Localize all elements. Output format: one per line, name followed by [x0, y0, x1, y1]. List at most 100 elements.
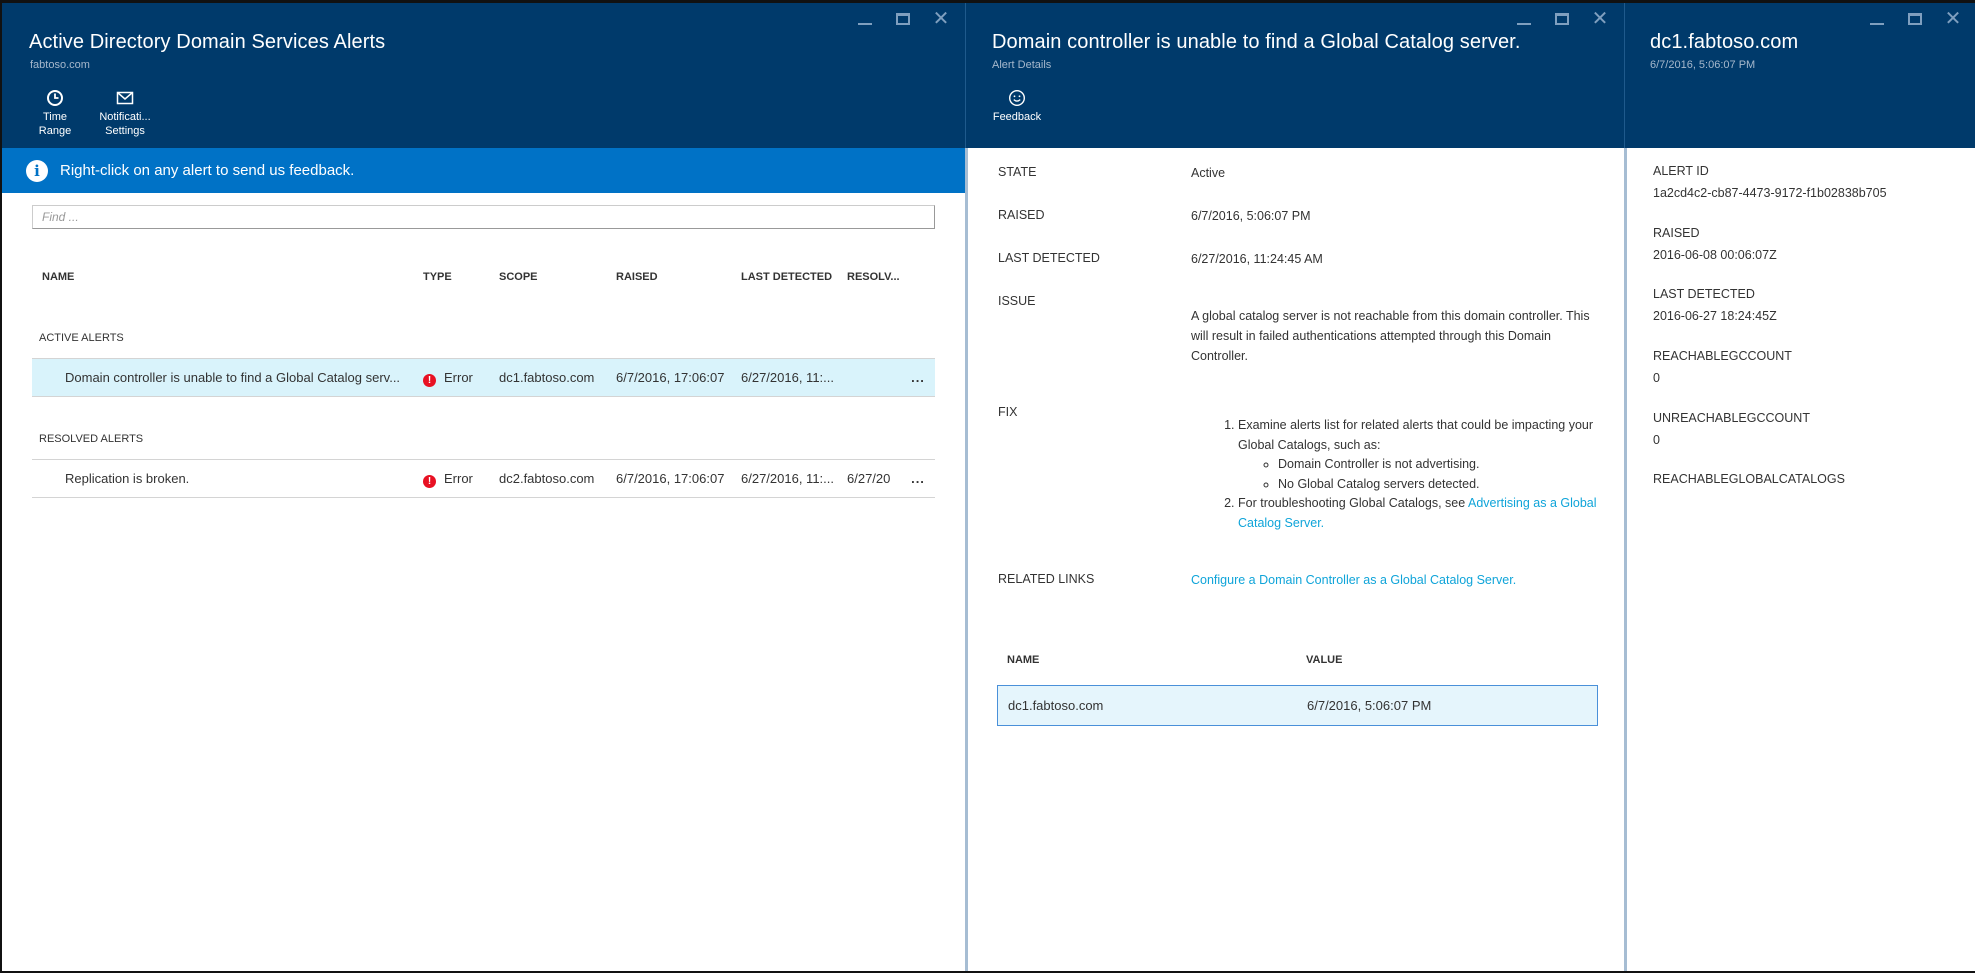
column-header-name[interactable]: NAME — [42, 271, 412, 283]
alert-type: ! Error — [423, 471, 493, 488]
notification-label-1: Notificati... — [99, 111, 151, 123]
fix-bullet: No Global Catalog servers detected. — [1278, 475, 1599, 495]
field-key: UNREACHABLEGCCOUNT — [1653, 411, 1810, 425]
minimize-icon — [1517, 23, 1531, 25]
minimize-button[interactable] — [1867, 9, 1887, 29]
field-key: REACHABLEGCCOUNT — [1653, 349, 1792, 363]
scope-row[interactable]: dc1.fabtoso.com 6/7/2016, 5:06:07 PM — [997, 685, 1598, 726]
window-controls: ✕ — [1867, 9, 1963, 29]
field-key: ALERT ID — [1653, 164, 1709, 178]
close-icon: ✕ — [1591, 8, 1609, 30]
alert-type-text: Error — [444, 370, 473, 385]
field-value: 0 — [1653, 433, 1660, 447]
state-label: STATE — [998, 165, 1037, 179]
fix-step-2: For troubleshooting Global Catalogs, see… — [1238, 494, 1599, 533]
state-value: Active — [1191, 166, 1226, 180]
column-header-scope[interactable]: SCOPE — [499, 271, 609, 283]
minimize-icon — [1870, 23, 1884, 25]
close-button[interactable]: ✕ — [931, 9, 951, 29]
time-range-label-2: Range — [38, 125, 72, 137]
column-header-resolved[interactable]: RESOLV... — [847, 271, 907, 283]
alert-name: Replication is broken. — [65, 471, 190, 486]
group-label-resolved: RESOLVED ALERTS — [39, 433, 144, 445]
fix-label: FIX — [998, 405, 1018, 419]
alert-raised: 6/7/2016, 17:06:07 — [616, 370, 725, 385]
feedback-banner: i Right-click on any alert to send us fe… — [2, 148, 965, 193]
maximize-button[interactable] — [1552, 9, 1572, 29]
error-icon: ! — [423, 475, 436, 488]
more-actions-button[interactable]: ... — [905, 370, 931, 385]
blade-title: dc1.fabtoso.com — [1650, 31, 1799, 53]
column-header-last-detected[interactable]: LAST DETECTED — [741, 271, 846, 283]
last-detected-label: LAST DETECTED — [998, 251, 1100, 265]
field-last-detected: LAST DETECTED 2016-06-27 18:24:45Z — [1653, 287, 1777, 323]
maximize-icon — [896, 13, 910, 25]
time-range-button[interactable]: Time Range — [27, 89, 83, 138]
scope-value: 6/7/2016, 5:06:07 PM — [1307, 698, 1432, 713]
field-value: 1a2cd4c2-cb87-4473-9172-f1b02838b705 — [1653, 186, 1887, 200]
error-icon: ! — [423, 374, 436, 387]
scope-details-blade: ✕ dc1.fabtoso.com 6/7/2016, 5:06:07 PM A… — [1624, 3, 1975, 971]
field-key: RAISED — [1653, 226, 1700, 240]
minimize-button[interactable] — [1514, 9, 1534, 29]
field-reachable-gc-count: REACHABLEGCCOUNT 0 — [1653, 349, 1792, 385]
related-links-label: RELATED LINKS — [998, 572, 1095, 586]
maximize-button[interactable] — [1905, 9, 1925, 29]
alerts-grid-header: NAME TYPE SCOPE RAISED LAST DETECTED RES… — [32, 271, 935, 291]
field-key: REACHABLEGLOBALCATALOGS — [1653, 472, 1845, 486]
find-input[interactable] — [32, 205, 935, 229]
notification-settings-button[interactable]: Notificati... Settings — [97, 89, 153, 138]
alerts-blade: ✕ Active Directory Domain Services Alert… — [2, 3, 965, 971]
issue-value: A global catalog server is not reachable… — [1191, 309, 1590, 363]
minimize-button[interactable] — [855, 9, 875, 29]
smiley-icon — [1008, 89, 1026, 107]
info-icon: i — [26, 159, 48, 182]
blade-title: Domain controller is unable to find a Gl… — [992, 31, 1521, 53]
minimize-icon — [858, 23, 872, 25]
more-actions-button[interactable]: ... — [905, 471, 931, 486]
maximize-button[interactable] — [893, 9, 913, 29]
configure-gc-link[interactable]: Configure a Domain Controller as a Globa… — [1191, 570, 1599, 590]
portal-frame: ✕ Active Directory Domain Services Alert… — [0, 0, 1975, 973]
field-reachable-global-catalogs: REACHABLEGLOBALCATALOGS — [1653, 472, 1845, 494]
window-controls: ✕ — [855, 9, 951, 29]
notification-label-2: Settings — [105, 125, 145, 137]
fix-steps: Examine alerts list for related alerts t… — [1218, 416, 1599, 533]
group-label-active: ACTIVE ALERTS — [39, 332, 124, 344]
raised-value: 6/7/2016, 5:06:07 PM — [1191, 209, 1311, 223]
scope-grid-header: NAME VALUE — [997, 654, 1598, 674]
alert-resolved: 6/27/20 — [847, 471, 891, 486]
alert-type-text: Error — [444, 471, 473, 486]
fix-bullet: Domain Controller is not advertising. — [1278, 455, 1599, 475]
time-range-label-1: Time — [42, 111, 68, 123]
feedback-button[interactable]: Feedback — [989, 89, 1045, 124]
alert-scope: dc1.fabtoso.com — [499, 370, 595, 385]
alert-last-detected: 6/27/2016, 11:... — [741, 471, 834, 486]
column-header-raised[interactable]: RAISED — [616, 271, 736, 283]
blade-subtitle: Alert Details — [992, 59, 1052, 71]
close-button[interactable]: ✕ — [1590, 9, 1610, 29]
column-header-name[interactable]: NAME — [1007, 654, 1039, 666]
alert-details-blade: ✕ Domain controller is unable to find a … — [965, 3, 1624, 971]
blade-header: ✕ Active Directory Domain Services Alert… — [2, 3, 965, 148]
blade-title: Active Directory Domain Services Alerts — [29, 31, 386, 53]
alert-row[interactable]: Replication is broken. ! Error dc2.fabtos… — [32, 459, 935, 498]
banner-text: Right-click on any alert to send us feed… — [60, 162, 355, 179]
column-header-value[interactable]: VALUE — [1306, 654, 1342, 666]
maximize-icon — [1908, 13, 1922, 25]
fix-step-1: Examine alerts list for related alerts t… — [1238, 416, 1599, 494]
blade-subtitle: 6/7/2016, 5:06:07 PM — [1650, 59, 1756, 71]
alert-row[interactable]: Domain controller is unable to find a Gl… — [32, 358, 935, 397]
field-unreachable-gc-count: UNREACHABLEGCCOUNT 0 — [1653, 411, 1810, 447]
field-alert-id: ALERT ID 1a2cd4c2-cb87-4473-9172-f1b0283… — [1653, 164, 1887, 200]
blade-header: ✕ dc1.fabtoso.com 6/7/2016, 5:06:07 PM — [1624, 3, 1975, 148]
alert-name: Domain controller is unable to find a Gl… — [65, 370, 401, 385]
close-icon: ✕ — [1944, 8, 1962, 30]
field-raised: RAISED 2016-06-08 00:06:07Z — [1653, 226, 1777, 262]
command-bar: Time Range Notificati... Settings — [27, 89, 153, 138]
alert-scope: dc2.fabtoso.com — [499, 471, 595, 486]
close-button[interactable]: ✕ — [1943, 9, 1963, 29]
maximize-icon — [1555, 13, 1569, 25]
field-value: 2016-06-08 00:06:07Z — [1653, 248, 1777, 262]
column-header-type[interactable]: TYPE — [423, 271, 493, 283]
